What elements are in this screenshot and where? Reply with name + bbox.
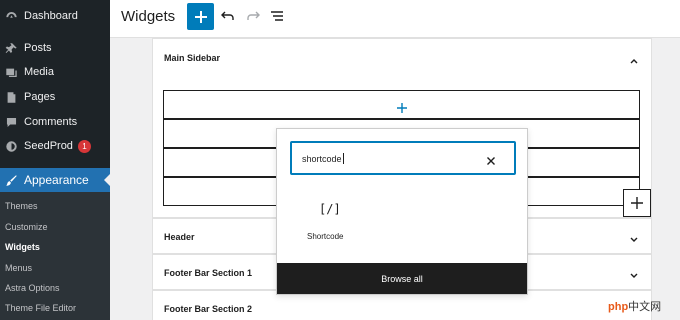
site-watermark: php中文网	[608, 298, 661, 314]
page-title: Widgets	[121, 8, 176, 25]
redo-icon[interactable]	[246, 9, 260, 23]
admin-sidebar: Dashboard Posts Media Pages Comments See…	[0, 0, 110, 320]
watermark-text: 中文网	[628, 301, 662, 313]
appearance-submenu: Themes Customize Widgets Menus Astra Opt…	[0, 192, 110, 320]
sidebar-item-pages[interactable]: Pages	[0, 85, 110, 109]
pages-icon	[4, 90, 18, 104]
sidebar-item-label: Dashboard	[24, 10, 78, 22]
dashboard-icon	[4, 9, 18, 23]
add-block-button[interactable]	[187, 3, 214, 30]
panel-title: Footer Bar Section 1	[164, 268, 253, 278]
sidebar-item-comments[interactable]: Comments	[0, 110, 110, 134]
brush-icon	[4, 173, 18, 187]
chevron-up-icon[interactable]	[629, 53, 639, 64]
submenu-item-menus[interactable]: Menus	[5, 263, 32, 273]
block-search-input[interactable]: shortcode	[290, 141, 516, 175]
undo-icon[interactable]	[221, 9, 235, 23]
panel-title[interactable]: Main Sidebar	[164, 53, 220, 63]
seedprod-icon	[4, 139, 18, 153]
submenu-item-widgets[interactable]: Widgets	[5, 242, 40, 252]
submenu-item-theme-file-editor[interactable]: Theme File Editor	[5, 303, 76, 313]
editor-header: Widgets	[110, 0, 680, 38]
sidebar-item-posts[interactable]: Posts	[0, 36, 110, 60]
update-count-badge: 1	[77, 139, 91, 153]
text-caret	[342, 153, 344, 164]
plus-icon	[194, 10, 207, 23]
sidebar-item-label: SeedProd	[24, 140, 73, 152]
sidebar-item-label: Media	[24, 66, 54, 78]
chevron-down-icon[interactable]	[629, 232, 639, 242]
list-view-icon[interactable]	[270, 9, 284, 23]
sidebar-item-dashboard[interactable]: Dashboard	[0, 4, 110, 28]
plus-icon	[631, 197, 643, 209]
block-appender[interactable]	[163, 90, 640, 119]
panel-title: Footer Bar Section 2	[164, 304, 253, 314]
media-icon	[4, 65, 18, 79]
sidebar-item-appearance[interactable]: Appearance	[0, 168, 110, 192]
submenu-item-customize[interactable]: Customize	[5, 222, 48, 232]
shortcode-block-icon[interactable]: [/]	[319, 202, 341, 216]
watermark-text: php	[608, 301, 629, 313]
sidebar-item-label: Pages	[24, 91, 56, 103]
sidebar-item-media[interactable]: Media	[0, 60, 110, 84]
sidebar-item-label: Appearance	[24, 173, 89, 187]
panel-title: Header	[164, 232, 195, 242]
browse-all-button[interactable]: Browse all	[277, 263, 527, 294]
submenu-item-astra-options[interactable]: Astra Options	[5, 283, 60, 293]
plus-icon	[396, 100, 407, 113]
shortcode-block-label[interactable]: Shortcode	[307, 232, 343, 241]
pin-icon	[4, 41, 18, 55]
close-icon[interactable]	[486, 153, 496, 165]
chevron-down-icon[interactable]	[629, 268, 639, 278]
search-value: shortcode	[302, 154, 342, 164]
submenu-item-themes[interactable]: Themes	[5, 201, 38, 211]
sidebar-item-seedprod[interactable]: SeedProd 1	[0, 134, 110, 158]
sidebar-item-label: Posts	[24, 42, 52, 54]
comment-icon	[4, 115, 18, 129]
sidebar-item-label: Comments	[24, 116, 78, 128]
block-inserter-toggle[interactable]	[623, 189, 651, 217]
quick-inserter-popover: shortcode [/] Shortcode Browse all	[276, 128, 528, 295]
